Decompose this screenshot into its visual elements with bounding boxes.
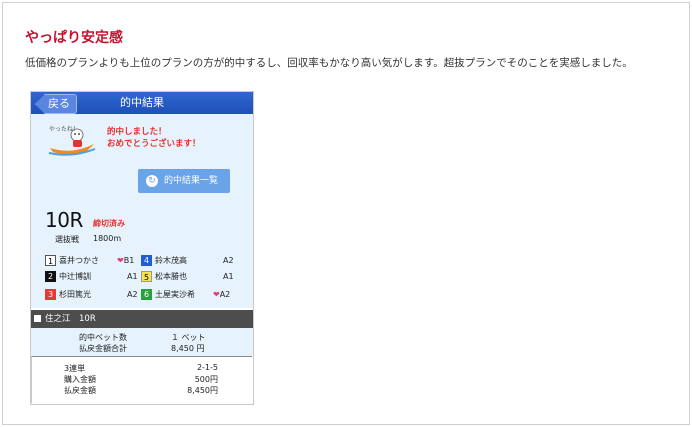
entrant-row: 4 鈴木茂高 xyxy=(141,254,187,268)
race-number: 10R xyxy=(45,208,83,232)
bet-combination: 2-1-5 xyxy=(196,363,218,372)
entrant-row: 3 杉田篤光 xyxy=(45,288,91,302)
mascot-text: やったね！ xyxy=(49,125,79,133)
hit-results-list-label: 的中結果一覧 xyxy=(164,176,219,186)
boat-number-badge: 5 xyxy=(141,271,152,282)
boat-number-badge: 6 xyxy=(141,289,152,300)
entrant-name: 松本勝也 xyxy=(155,272,187,281)
bets-label: 的中ベット数 xyxy=(79,333,127,342)
hit-summary: 的中ベット数 １ ベット 払戻金額合計 8,450 円 xyxy=(31,328,253,356)
phone-screenshot: 戻る 的中結果 やったね！ 的中しました！ おめでとうございます！ ↻ 的中結果… xyxy=(30,91,254,405)
article-frame: やっぱり安定感 低価格のプランよりも上位のプランの方が的中するし、回収率もかなり… xyxy=(2,2,690,425)
entrant-grade: A2 xyxy=(127,290,138,299)
entrant-grade: A1 xyxy=(223,272,234,281)
purchase-value: 500円 xyxy=(194,375,218,384)
payout-total-value: 8,450 円 xyxy=(171,344,205,353)
boat-number-badge: 2 xyxy=(45,271,56,282)
bet-detail: 3連単 2-1-5 購入金額 500円 払戻金額 8,450円 xyxy=(31,356,252,403)
entrant-row: 6 土屋実沙希 xyxy=(141,288,195,302)
heart-icon: ❤ xyxy=(117,256,124,265)
entrant-grade: A2 xyxy=(223,256,234,265)
congrats-message: 的中しました！ おめでとうございます！ xyxy=(107,126,201,150)
purchase-label: 購入金額 xyxy=(64,375,96,384)
hit-results-list-button[interactable]: ↻ 的中結果一覧 xyxy=(138,169,230,193)
congrats-line-2: おめでとうございます！ xyxy=(107,139,201,149)
boat-number-badge: 4 xyxy=(141,255,152,266)
venue-bar: 住之江 10R xyxy=(31,310,253,328)
race-distance: 1800m xyxy=(93,234,122,243)
bets-value: １ ベット xyxy=(171,333,206,342)
entrant-grade: ❤B1 xyxy=(117,256,135,265)
article-description: 低価格のプランよりも上位のプランの方が的中するし、回収率もかなり高い気がします。… xyxy=(25,57,633,69)
venue-label: 住之江 10R xyxy=(45,314,96,324)
mascot-boat-illustration: やったね！ xyxy=(48,125,96,156)
entrant-row: 5 松本勝也 xyxy=(141,270,187,284)
entrant-grade: A1 xyxy=(127,272,138,281)
entrant-row: 1 喜井つかさ xyxy=(45,254,99,268)
payout-value: 8,450円 xyxy=(187,386,218,395)
entrant-name: 中辻博訓 xyxy=(59,272,91,281)
entrant-name: 土屋実沙希 xyxy=(155,290,195,299)
entrant-name: 杉田篤光 xyxy=(59,290,91,299)
race-type: 選抜戦 xyxy=(55,235,79,244)
heart-icon: ❤ xyxy=(213,290,220,299)
entrant-grade: ❤A2 xyxy=(213,290,231,299)
article-heading: やっぱり安定感 xyxy=(25,30,123,46)
app-header: 戻る 的中結果 xyxy=(31,92,253,114)
boat-number-badge: 3 xyxy=(45,289,56,300)
bet-type: 3連単 xyxy=(64,364,86,373)
screen-title: 的中結果 xyxy=(120,96,164,109)
payout-total-label: 払戻金額合計 xyxy=(79,344,127,353)
race-status: 締切済み xyxy=(93,219,125,228)
congrats-line-1: 的中しました！ xyxy=(107,127,167,137)
entrant-row: 2 中辻博訓 xyxy=(45,270,91,284)
reload-icon: ↻ xyxy=(146,175,158,187)
boat-number-badge: 1 xyxy=(45,255,56,266)
payout-label: 払戻金額 xyxy=(64,386,96,395)
square-icon xyxy=(34,315,41,322)
entrant-name: 鈴木茂高 xyxy=(155,256,187,265)
entrant-name: 喜井つかさ xyxy=(59,256,99,265)
